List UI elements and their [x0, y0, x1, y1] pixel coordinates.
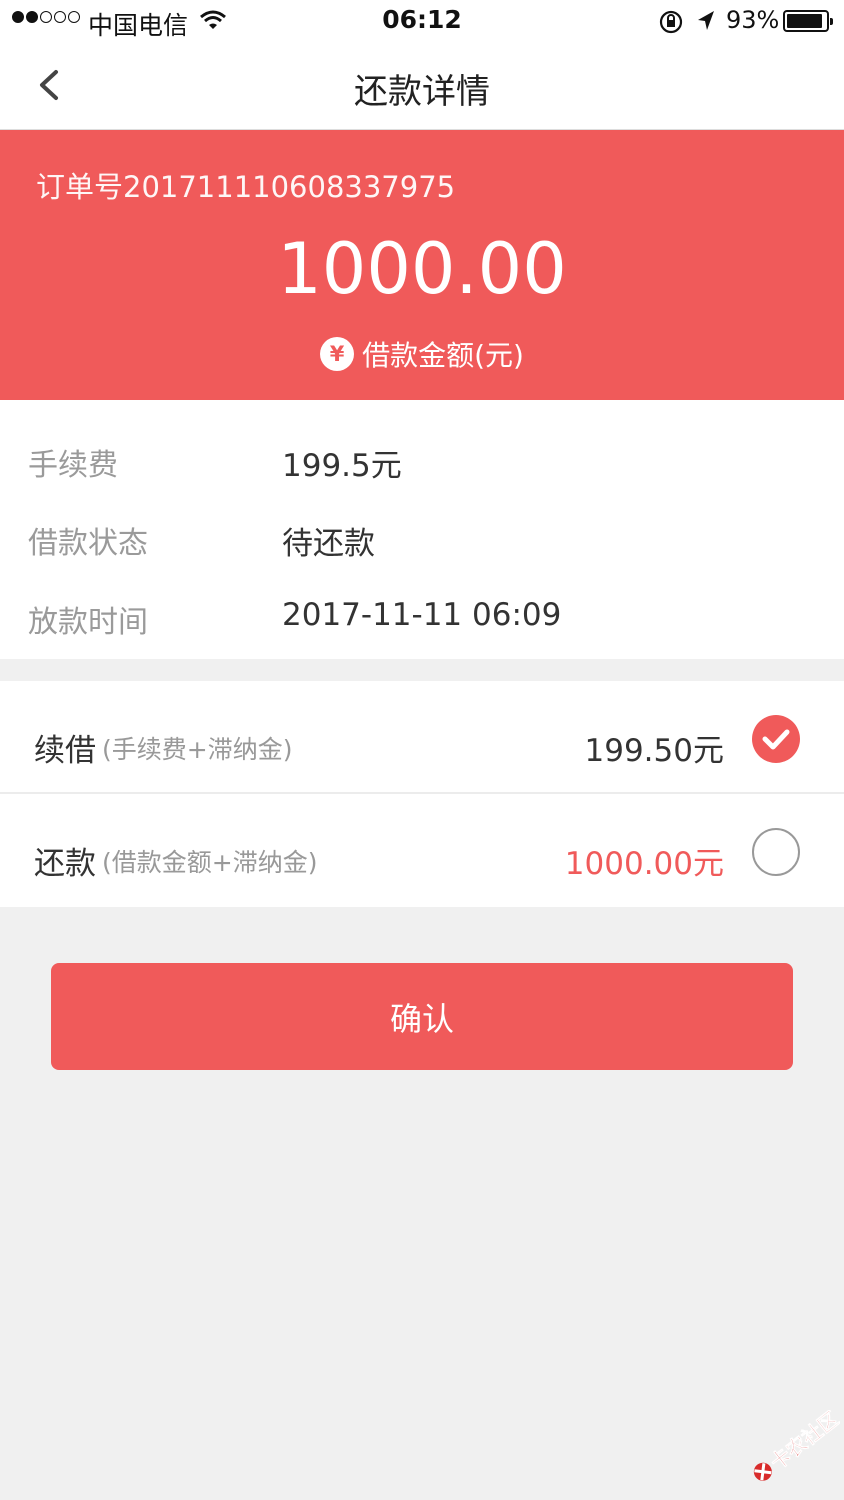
nav-bar: 还款详情 [0, 44, 844, 130]
amount-label-group: ¥ 借款金额(元) [0, 334, 844, 374]
info-value: 199.5元 [282, 448, 402, 484]
option-amount: 1000.00元 [564, 846, 724, 882]
radio-checked-icon[interactable] [752, 715, 800, 763]
confirm-button[interactable]: 确认 [51, 963, 793, 1070]
option-repay[interactable]: 还款 (借款金额+滞纳金) 1000.00元 [0, 794, 844, 907]
option-subtitle: (手续费+滞纳金) [102, 735, 293, 764]
rotation-lock-icon [659, 10, 683, 34]
info-key: 手续费 [28, 448, 118, 483]
radio-unchecked-icon[interactable] [752, 828, 800, 876]
amount-label: 借款金额(元) [362, 339, 524, 372]
info-row-fee: 手续费 199.5元 [0, 412, 844, 490]
watermark-logo: 卡农社区 [753, 1410, 840, 1481]
battery-icon [783, 10, 833, 32]
loan-amount: 1000.00 [277, 228, 567, 310]
info-row-disbursed-time: 放款时间 2017-11-11 06:09 [0, 569, 844, 647]
option-subtitle: (借款金额+滞纳金) [102, 848, 318, 877]
location-arrow-icon [698, 11, 714, 30]
info-value: 待还款 [282, 526, 375, 562]
status-bar: 中国电信 06:12 93% [0, 0, 844, 44]
order-number: 订单号201711110608337975 [36, 170, 456, 204]
page-title: 还款详情 [354, 72, 490, 112]
svg-text:卡农社区: 卡农社区 [766, 1410, 840, 1475]
option-amount: 199.50元 [584, 733, 724, 769]
info-key: 放款时间 [28, 605, 148, 640]
battery-percent: 93% [726, 6, 780, 34]
option-title: 还款 [34, 846, 96, 882]
option-title: 续借 [34, 733, 96, 769]
info-key: 借款状态 [28, 526, 148, 561]
loan-info-list: 手续费 199.5元 借款状态 待还款 放款时间 2017-11-11 06:0… [0, 400, 844, 659]
yen-icon: ¥ [320, 337, 355, 371]
info-value: 2017-11-11 06:09 [282, 597, 562, 633]
loan-summary-banner: 订单号201711110608337975 1000.00 ¥ 借款金额(元) [0, 130, 844, 400]
info-row-status: 借款状态 待还款 [0, 490, 844, 568]
repayment-options: 续借 (手续费+滞纳金) 199.50元 还款 (借款金额+滞纳金) 1000.… [0, 681, 844, 907]
status-time: 06:12 [382, 5, 462, 34]
option-renew[interactable]: 续借 (手续费+滞纳金) 199.50元 [0, 681, 844, 794]
